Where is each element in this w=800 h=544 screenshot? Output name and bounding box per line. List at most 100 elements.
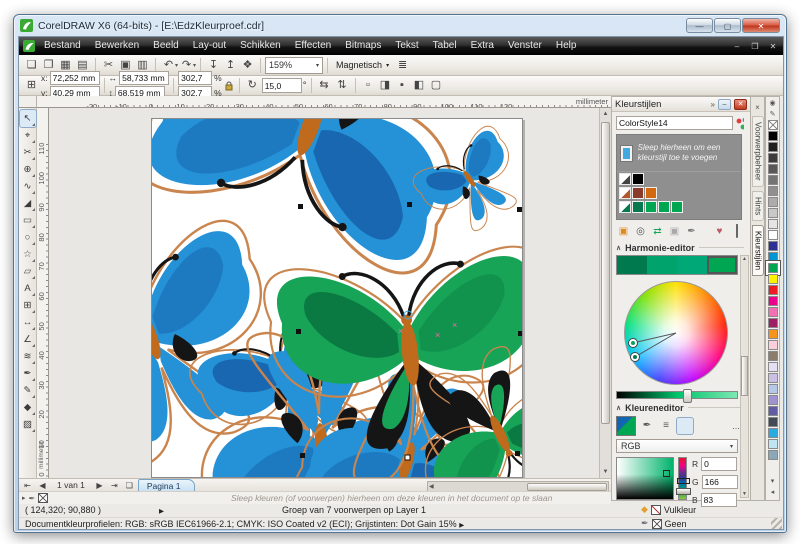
- scroll-up-icon[interactable]: ▲: [741, 256, 748, 262]
- flyout-arrow-icon[interactable]: ▶: [459, 522, 464, 529]
- menu-item[interactable]: Extra: [464, 37, 501, 55]
- previous-page-icon[interactable]: ◀: [36, 481, 49, 490]
- style-options-button[interactable]: ♥: [712, 224, 727, 239]
- palette-swatch[interactable]: [768, 340, 778, 350]
- interactive-fill-tool[interactable]: ▨: [20, 416, 36, 433]
- resize-grip[interactable]: [771, 518, 782, 529]
- palette-swatch[interactable]: [768, 153, 778, 163]
- first-page-icon[interactable]: ⇤: [21, 481, 34, 490]
- scrollbar-thumb[interactable]: [527, 483, 607, 491]
- no-color-swatch[interactable]: [38, 493, 48, 503]
- docker-side-tab[interactable]: Hints: [752, 191, 764, 221]
- palette-swatch[interactable]: [768, 362, 778, 372]
- lock-ratio-icon[interactable]: [223, 81, 235, 91]
- smart-fill-tool[interactable]: ◢: [20, 195, 36, 212]
- selection-handle[interactable]: [517, 207, 522, 212]
- palette-swatch[interactable]: [768, 263, 778, 273]
- delete-style-button[interactable]: [729, 224, 744, 239]
- canvas-vertical-scrollbar[interactable]: ▲ ▼: [599, 108, 611, 478]
- menu-item[interactable]: Lay-out: [186, 37, 233, 55]
- docker-side-tab[interactable]: Kleurstijlen: [752, 225, 764, 276]
- blend-tool[interactable]: ≋: [20, 348, 36, 365]
- title-bar[interactable]: CorelDRAW X6 (64-bits) - [E:\EdzKleurpro…: [14, 15, 786, 36]
- vertical-ruler[interactable]: 1101009080706050403020100: [37, 108, 49, 478]
- pick-tool[interactable]: ↖: [20, 110, 36, 127]
- connector-tool[interactable]: ∠: [20, 331, 36, 348]
- eyedropper-icon[interactable]: ✒: [639, 418, 655, 434]
- docker-close-button[interactable]: ✕: [734, 99, 747, 110]
- crop-tool[interactable]: ✂: [20, 144, 36, 161]
- color-style-swatch[interactable]: [658, 201, 670, 213]
- minimize-button[interactable]: —: [686, 18, 713, 33]
- basic-shapes-tool[interactable]: ▱: [20, 263, 36, 280]
- rectangle-tool[interactable]: ▭: [20, 212, 36, 229]
- menu-item[interactable]: Effecten: [288, 37, 339, 55]
- to-front-button[interactable]: ▢: [428, 77, 445, 94]
- canvas-area[interactable]: × × ×: [49, 108, 611, 478]
- palette-swatch[interactable]: [768, 439, 778, 449]
- selection-handle[interactable]: [407, 202, 412, 207]
- new-harmony-button[interactable]: ◎: [633, 224, 648, 239]
- close-button[interactable]: ✕: [742, 18, 780, 33]
- scroll-down-icon[interactable]: ▼: [741, 491, 748, 497]
- palette-swatch[interactable]: [768, 417, 778, 427]
- palette-swatch[interactable]: [768, 241, 778, 251]
- palette-swatch[interactable]: [768, 285, 778, 295]
- freehand-tool[interactable]: ∿: [20, 178, 36, 195]
- palette-swatch[interactable]: [768, 274, 778, 284]
- palette-picker-icon[interactable]: ✎: [770, 109, 776, 120]
- flyout-arrow-icon[interactable]: ▶: [159, 507, 164, 515]
- palette-swatch[interactable]: [768, 252, 778, 262]
- palette-flyout-icon[interactable]: ◂: [771, 487, 775, 498]
- polygon-tool[interactable]: ☆: [20, 246, 36, 263]
- snap-to-select[interactable]: Magnetisch▾: [332, 57, 393, 74]
- palette-swatch[interactable]: [768, 373, 778, 383]
- selection-handle[interactable]: [515, 451, 520, 456]
- color-editor-header[interactable]: ∧ Kleureneditor: [616, 401, 744, 414]
- style-drop-area[interactable]: Sleep hierheen om een kleurstijl toe te …: [616, 134, 742, 220]
- palette-swatch[interactable]: [768, 164, 778, 174]
- palette-swatch[interactable]: [768, 395, 778, 405]
- select-colors-button[interactable]: ✒: [684, 224, 699, 239]
- outline-color-swatch[interactable]: [652, 519, 662, 529]
- add-page-icon[interactable]: ❏: [123, 481, 136, 490]
- dimension-tool[interactable]: ↔: [20, 314, 36, 331]
- menu-item[interactable]: Bewerken: [88, 37, 146, 55]
- palette-swatch[interactable]: [768, 450, 778, 460]
- maximize-button[interactable]: ▢: [714, 18, 741, 33]
- x-position-field[interactable]: [50, 71, 100, 85]
- hue-marker[interactable]: [677, 478, 690, 484]
- palette-options-icon[interactable]: ◉: [769, 98, 775, 109]
- menu-item[interactable]: Beeld: [146, 37, 186, 55]
- selection-handle[interactable]: [518, 331, 522, 336]
- saturation-brightness-picker[interactable]: [616, 457, 674, 500]
- options-icon[interactable]: ≣: [394, 57, 411, 74]
- palette-swatch[interactable]: [768, 384, 778, 394]
- menu-item[interactable]: Tekst: [388, 37, 425, 55]
- scale-h-field[interactable]: [178, 71, 212, 85]
- mirror-horizontal-icon[interactable]: ⇆: [316, 77, 333, 94]
- palette-eyedropper-icon[interactable]: ✒: [29, 494, 36, 503]
- palette-swatch[interactable]: [768, 175, 778, 185]
- selection-handle[interactable]: [300, 453, 305, 458]
- color-style-swatch[interactable]: [632, 187, 644, 199]
- palette-swatch[interactable]: [768, 131, 778, 141]
- behind-fill-button[interactable]: ◨: [377, 77, 394, 94]
- style-name-field[interactable]: [616, 116, 733, 130]
- doc-close-button[interactable]: ✕: [767, 42, 779, 51]
- color-viewers-icon[interactable]: [677, 418, 693, 434]
- convert-harmony-button[interactable]: ⇄: [650, 224, 665, 239]
- selection-handle[interactable]: [405, 455, 410, 460]
- docker-tabs-close-icon[interactable]: ×: [755, 103, 760, 112]
- color-style-swatch[interactable]: [645, 201, 657, 213]
- color-wheel[interactable]: [624, 281, 728, 385]
- hue-strip[interactable]: [678, 457, 687, 500]
- edit-wrap-button[interactable]: ▫: [360, 77, 377, 94]
- docker-side-tab[interactable]: Voorwerpbeheer: [752, 116, 764, 187]
- color-style-swatch[interactable]: [671, 201, 683, 213]
- object-width-field[interactable]: [119, 71, 169, 85]
- new-document-icon[interactable]: ❏: [23, 57, 40, 74]
- harmony-swatch[interactable]: [617, 256, 647, 274]
- scroll-left-icon[interactable]: ◀: [429, 483, 434, 490]
- style-parent-chip[interactable]: [619, 187, 631, 199]
